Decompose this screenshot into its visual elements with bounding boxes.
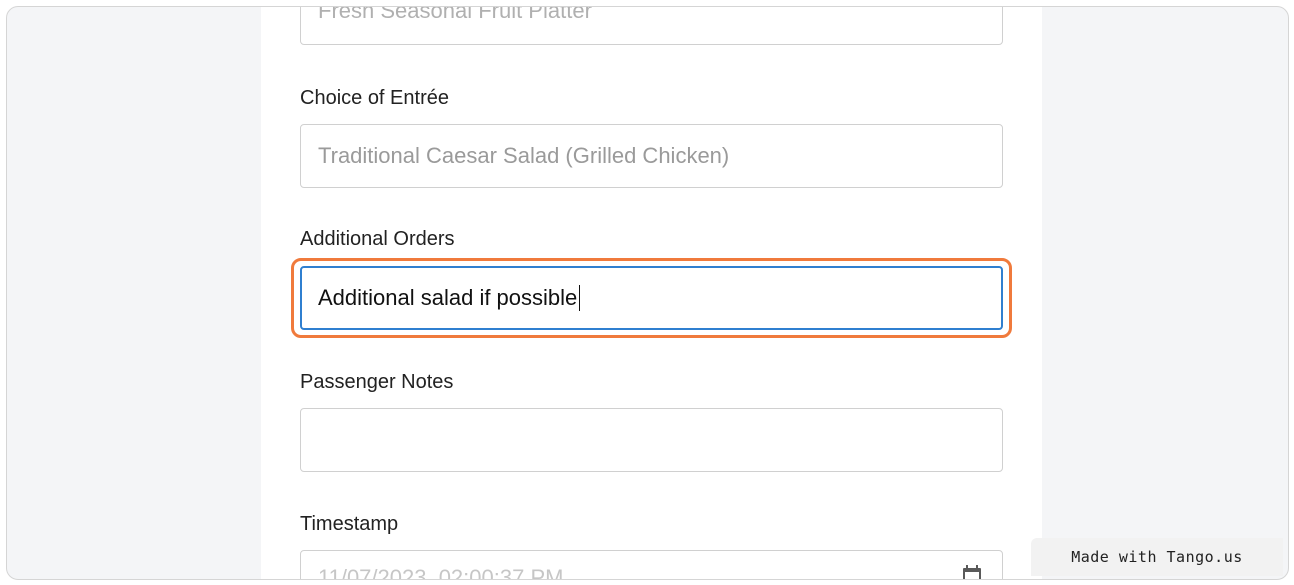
entree-input[interactable]: Traditional Caesar Salad (Grilled Chicke… bbox=[300, 124, 1003, 188]
additional-orders-label: Additional Orders bbox=[300, 228, 455, 250]
timestamp-placeholder: 11/07/2023, 02:00:37 PM bbox=[318, 565, 564, 580]
timestamp-label: Timestamp bbox=[300, 513, 399, 535]
form-card: Fresh Seasonal Fruit Platter Choice of E… bbox=[261, 7, 1042, 580]
calendar-icon[interactable] bbox=[962, 565, 982, 580]
entree-label: Choice of Entrée bbox=[300, 87, 449, 109]
text-caret bbox=[579, 285, 581, 311]
tango-watermark: Made with Tango.us bbox=[1031, 538, 1283, 576]
passenger-notes-label: Passenger Notes bbox=[300, 371, 454, 393]
previous-field-input[interactable]: Fresh Seasonal Fruit Platter bbox=[300, 7, 1003, 45]
screenshot-frame: Fresh Seasonal Fruit Platter Choice of E… bbox=[6, 6, 1289, 580]
timestamp-input[interactable]: 11/07/2023, 02:00:37 PM bbox=[300, 550, 1003, 580]
previous-field-value: Fresh Seasonal Fruit Platter bbox=[318, 7, 592, 23]
entree-placeholder: Traditional Caesar Salad (Grilled Chicke… bbox=[318, 143, 730, 168]
additional-orders-value: Additional salad if possible bbox=[318, 285, 578, 310]
additional-orders-input[interactable]: Additional salad if possible bbox=[300, 266, 1003, 330]
passenger-notes-input[interactable] bbox=[300, 408, 1003, 472]
